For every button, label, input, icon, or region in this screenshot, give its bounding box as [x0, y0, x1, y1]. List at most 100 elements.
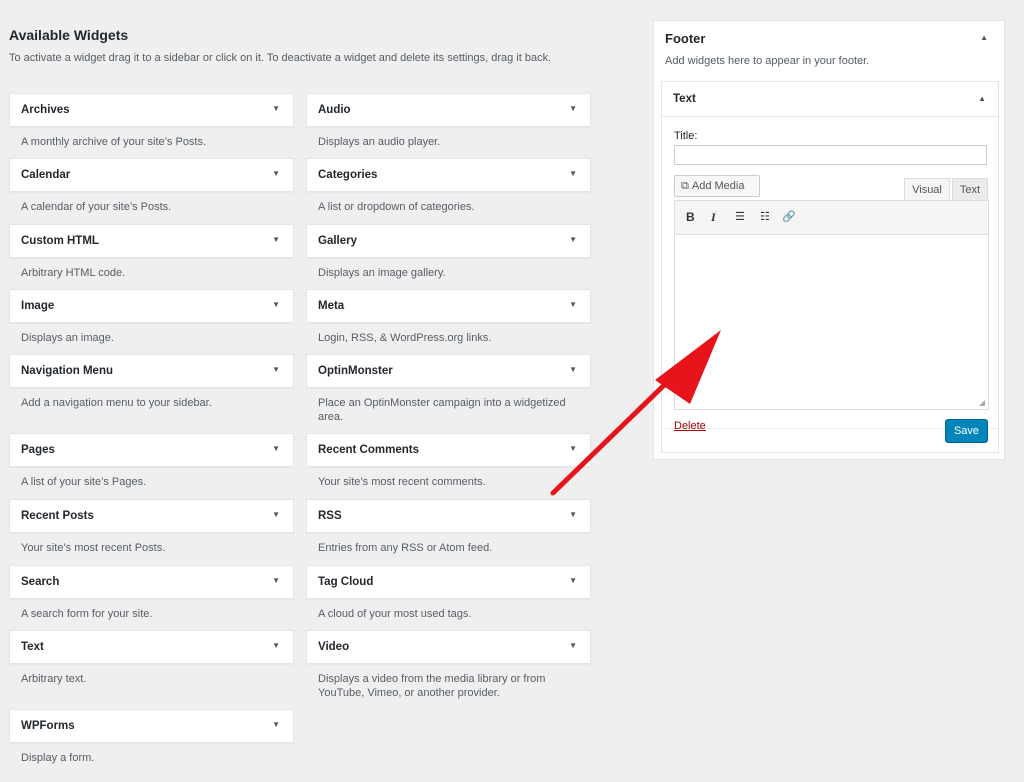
- widget-archives[interactable]: Archives ▼: [9, 93, 294, 127]
- title-input[interactable]: [674, 145, 987, 165]
- expand-arrow-icon[interactable]: ▼: [569, 444, 577, 453]
- widget-wpforms[interactable]: WPForms ▼: [9, 709, 294, 743]
- widget-categories[interactable]: Categories ▼: [306, 158, 591, 192]
- widget-navigation-menu[interactable]: Navigation Menu ▼: [9, 354, 294, 388]
- widget-title: Navigation Menu: [21, 365, 114, 377]
- widget-title: Archives: [21, 104, 70, 116]
- widget-audio[interactable]: Audio ▼: [306, 93, 591, 127]
- expand-arrow-icon[interactable]: ▼: [569, 365, 577, 374]
- expand-arrow-icon[interactable]: ▼: [272, 365, 280, 374]
- widget-description: Entries from any RSS or Atom feed.: [318, 542, 493, 554]
- widget-description: Displays an image gallery.: [318, 267, 446, 279]
- widget-title: Recent Comments: [318, 444, 419, 456]
- widget-video[interactable]: Video ▼: [306, 630, 591, 664]
- widget-description: A cloud of your most used tags.: [318, 608, 472, 620]
- widget-rss[interactable]: RSS ▼: [306, 499, 591, 533]
- footer-description: Add widgets here to appear in your foote…: [665, 55, 870, 67]
- expand-arrow-icon[interactable]: ▼: [272, 720, 280, 729]
- add-media-label: Add Media: [691, 180, 745, 192]
- expand-arrow-icon[interactable]: ▼: [272, 576, 280, 585]
- text-widget-header[interactable]: Text ▲: [662, 82, 998, 117]
- widget-description: A calendar of your site’s Posts.: [21, 201, 172, 213]
- expand-arrow-icon[interactable]: ▼: [569, 169, 577, 178]
- save-button[interactable]: Save: [945, 419, 988, 443]
- footer-title[interactable]: Footer: [665, 31, 705, 46]
- rich-text-editor[interactable]: B I ☰ ☷ 🔗 ◢: [674, 200, 989, 410]
- widget-title: Text: [21, 641, 44, 653]
- widget-description: A monthly archive of your site’s Posts.: [21, 136, 207, 148]
- footer-sidebar: Footer ▲ Add widgets here to appear in y…: [653, 20, 1005, 460]
- widget-meta[interactable]: Meta ▼: [306, 289, 591, 323]
- numbered-list-icon[interactable]: ☷: [760, 210, 770, 223]
- widget-description: A search form for your site.: [21, 608, 153, 620]
- widget-title: Recent Posts: [21, 510, 94, 522]
- expand-arrow-icon[interactable]: ▼: [569, 641, 577, 650]
- widget-pages[interactable]: Pages ▼: [9, 433, 294, 467]
- widget-description: Your site’s most recent comments.: [318, 476, 486, 488]
- widget-recent-posts[interactable]: Recent Posts ▼: [9, 499, 294, 533]
- widget-description: A list of your site’s Pages.: [21, 476, 147, 488]
- widget-title: Custom HTML: [21, 235, 99, 247]
- widget-title: Search: [21, 576, 60, 588]
- collapse-arrow-icon[interactable]: ▲: [978, 94, 986, 103]
- collapse-arrow-icon[interactable]: ▲: [980, 33, 988, 42]
- expand-arrow-icon[interactable]: ▼: [569, 576, 577, 585]
- widget-title: OptinMonster: [318, 365, 393, 377]
- widget-title: Pages: [21, 444, 55, 456]
- widget-title: WPForms: [21, 720, 75, 732]
- widget-search[interactable]: Search ▼: [9, 565, 294, 599]
- expand-arrow-icon[interactable]: ▼: [272, 641, 280, 650]
- expand-arrow-icon[interactable]: ▼: [272, 235, 280, 244]
- widget-description: Place an OptinMonster campaign into a wi…: [318, 397, 566, 423]
- resize-handle-icon[interactable]: ◢: [979, 398, 985, 407]
- widget-description: Add a navigation menu to your sidebar.: [21, 397, 212, 409]
- widget-title: RSS: [318, 510, 342, 522]
- media-icon: ⧉: [681, 180, 689, 192]
- widget-description: Displays an audio player.: [318, 136, 441, 148]
- expand-arrow-icon[interactable]: ▼: [272, 510, 280, 519]
- tab-text[interactable]: Text: [952, 178, 988, 200]
- available-widgets-heading: Available Widgets: [9, 27, 129, 43]
- widget-title: Categories: [318, 169, 378, 181]
- widget-title: Image: [21, 300, 55, 312]
- widget-custom-html[interactable]: Custom HTML ▼: [9, 224, 294, 258]
- widget-title: Gallery: [318, 235, 357, 247]
- widget-description: Displays a video from the media library …: [318, 673, 546, 699]
- link-icon[interactable]: 🔗: [782, 210, 796, 223]
- bullet-list-icon[interactable]: ☰: [735, 210, 745, 223]
- widget-description: Login, RSS, & WordPress.org links.: [318, 332, 492, 344]
- widget-title: Meta: [318, 300, 345, 312]
- expand-arrow-icon[interactable]: ▼: [272, 300, 280, 309]
- tab-visual[interactable]: Visual: [904, 178, 950, 200]
- widget-description: Arbitrary HTML code.: [21, 267, 126, 279]
- widget-title: Video: [318, 641, 350, 653]
- widget-description: Arbitrary text.: [21, 673, 87, 685]
- expand-arrow-icon[interactable]: ▼: [272, 169, 280, 178]
- widget-calendar[interactable]: Calendar ▼: [9, 158, 294, 192]
- available-widgets-intro: To activate a widget drag it to a sideba…: [9, 52, 552, 64]
- widget-title: Audio: [318, 104, 351, 116]
- widget-title: Calendar: [21, 169, 71, 181]
- delete-link[interactable]: Delete: [674, 420, 706, 432]
- bold-icon[interactable]: B: [686, 210, 695, 224]
- widget-tag-cloud[interactable]: Tag Cloud ▼: [306, 565, 591, 599]
- widget-description: Displays an image.: [21, 332, 114, 344]
- widget-title: Tag Cloud: [318, 576, 374, 588]
- expand-arrow-icon[interactable]: ▼: [569, 104, 577, 113]
- widget-gallery[interactable]: Gallery ▼: [306, 224, 591, 258]
- title-label: Title:: [674, 130, 698, 142]
- widget-recent-comments[interactable]: Recent Comments ▼: [306, 433, 591, 467]
- text-widget-title: Text: [673, 93, 696, 105]
- expand-arrow-icon[interactable]: ▼: [272, 104, 280, 113]
- expand-arrow-icon[interactable]: ▼: [569, 510, 577, 519]
- editor-toolbar: B I ☰ ☷ 🔗: [675, 201, 988, 235]
- expand-arrow-icon[interactable]: ▼: [569, 235, 577, 244]
- italic-icon[interactable]: I: [711, 210, 716, 225]
- widget-image[interactable]: Image ▼: [9, 289, 294, 323]
- add-media-button[interactable]: ⧉ Add Media: [674, 175, 760, 197]
- widget-text[interactable]: Text ▼: [9, 630, 294, 664]
- widget-optinmonster[interactable]: OptinMonster ▼: [306, 354, 591, 388]
- text-widget-form: Text ▲ Title: ⧉ Add Media Visual Text B I…: [661, 81, 999, 453]
- expand-arrow-icon[interactable]: ▼: [569, 300, 577, 309]
- expand-arrow-icon[interactable]: ▼: [272, 444, 280, 453]
